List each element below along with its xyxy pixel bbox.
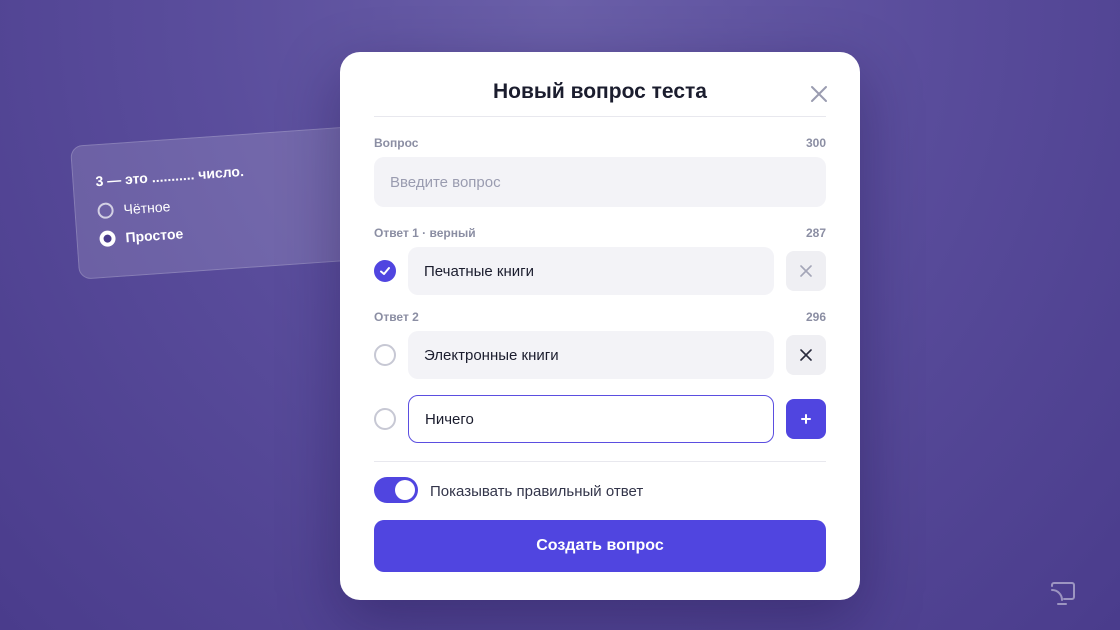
answer-1-correct-checkbox[interactable] (374, 260, 396, 282)
modal-title: Новый вопрос теста (493, 80, 707, 103)
divider (374, 116, 826, 117)
background-option-selected: Простое (99, 213, 353, 248)
x-icon (800, 265, 812, 277)
answer-1-label: Ответ 1 · верный (374, 226, 476, 240)
close-icon[interactable] (810, 85, 828, 103)
add-answer-button[interactable] (786, 399, 826, 439)
new-question-modal: Новый вопрос теста Вопрос 300 Введите во… (340, 52, 860, 600)
show-correct-answer-toggle[interactable] (374, 477, 418, 503)
answer-2-label: Ответ 2 (374, 310, 419, 324)
background-option: Чётное (97, 186, 351, 220)
new-answer-input[interactable]: Ничего (408, 395, 774, 443)
radio-icon (97, 202, 115, 220)
checkmark-icon (380, 267, 390, 275)
remove-answer-2-button[interactable] (786, 335, 826, 375)
remove-answer-1-button[interactable] (786, 251, 826, 291)
background-option-label: Простое (124, 225, 184, 246)
answer-1-char-count: 287 (805, 226, 826, 240)
background-question-text: 3 — это ........... число. (94, 162, 245, 190)
question-input[interactable]: Введите вопрос (374, 157, 826, 207)
answer-1-input[interactable]: Печатные книги (408, 247, 774, 295)
radio-selected-icon (99, 230, 117, 248)
answer-2-correct-checkbox[interactable] (374, 344, 396, 366)
background-option-label: Чётное (122, 198, 171, 218)
divider (374, 461, 826, 462)
answer-2-input[interactable]: Электронные книги (408, 331, 774, 379)
plus-icon (801, 414, 811, 424)
question-char-count: 300 (805, 136, 826, 150)
answer-2-char-count: 296 (805, 310, 826, 324)
x-icon (800, 349, 812, 361)
question-label: Вопрос (374, 136, 419, 150)
cast-icon (1051, 582, 1075, 605)
background-question-card: 3 — это ........... число. Чётное Просто… (70, 125, 379, 280)
show-correct-answer-label: Показывать правильный ответ (430, 483, 644, 500)
create-question-button[interactable]: Создать вопрос (374, 520, 826, 572)
toggle-knob (395, 480, 415, 500)
answer-3-correct-checkbox[interactable] (374, 408, 396, 430)
